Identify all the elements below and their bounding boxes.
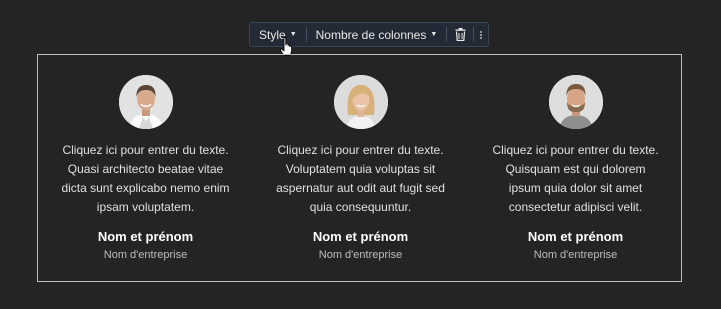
testimonials-block[interactable]: Cliquez ici pour entrer du texte. Quasi … bbox=[37, 54, 682, 282]
testimonial-text[interactable]: Cliquez ici pour entrer du texte. Volupt… bbox=[253, 141, 468, 217]
company-name[interactable]: Nom d'entreprise bbox=[38, 249, 253, 261]
columns-label: Nombre de colonnes bbox=[315, 27, 427, 42]
company-name[interactable]: Nom d'entreprise bbox=[468, 249, 683, 261]
columns-dropdown-button[interactable]: Nombre de colonnes ▼ bbox=[307, 23, 447, 46]
more-options-button[interactable] bbox=[474, 23, 488, 46]
testimonial-column: Cliquez ici pour entrer du texte. Volupt… bbox=[253, 75, 468, 261]
man-portrait-icon bbox=[118, 75, 173, 129]
more-vertical-icon bbox=[480, 30, 483, 39]
company-name[interactable]: Nom d'entreprise bbox=[253, 249, 468, 261]
avatar bbox=[333, 75, 388, 129]
testimonial-column: Cliquez ici pour entrer du texte. Quasi … bbox=[38, 75, 253, 261]
testimonial-text[interactable]: Cliquez ici pour entrer du texte. Quasi … bbox=[38, 141, 253, 217]
testimonial-column: Cliquez ici pour entrer du texte. Quisqu… bbox=[468, 75, 683, 261]
avatar bbox=[118, 75, 173, 129]
delete-button[interactable] bbox=[447, 23, 473, 46]
person-name[interactable]: Nom et prénom bbox=[38, 229, 253, 244]
testimonial-text[interactable]: Cliquez ici pour entrer du texte. Quisqu… bbox=[468, 141, 683, 217]
caret-down-icon: ▼ bbox=[430, 31, 438, 38]
bearded-man-portrait-icon bbox=[548, 75, 603, 129]
person-name[interactable]: Nom et prénom bbox=[253, 229, 468, 244]
woman-portrait-icon bbox=[333, 75, 388, 129]
trash-icon bbox=[455, 28, 466, 41]
person-name[interactable]: Nom et prénom bbox=[468, 229, 683, 244]
avatar bbox=[548, 75, 603, 129]
style-dropdown-button[interactable]: Style ▼ bbox=[250, 23, 306, 46]
